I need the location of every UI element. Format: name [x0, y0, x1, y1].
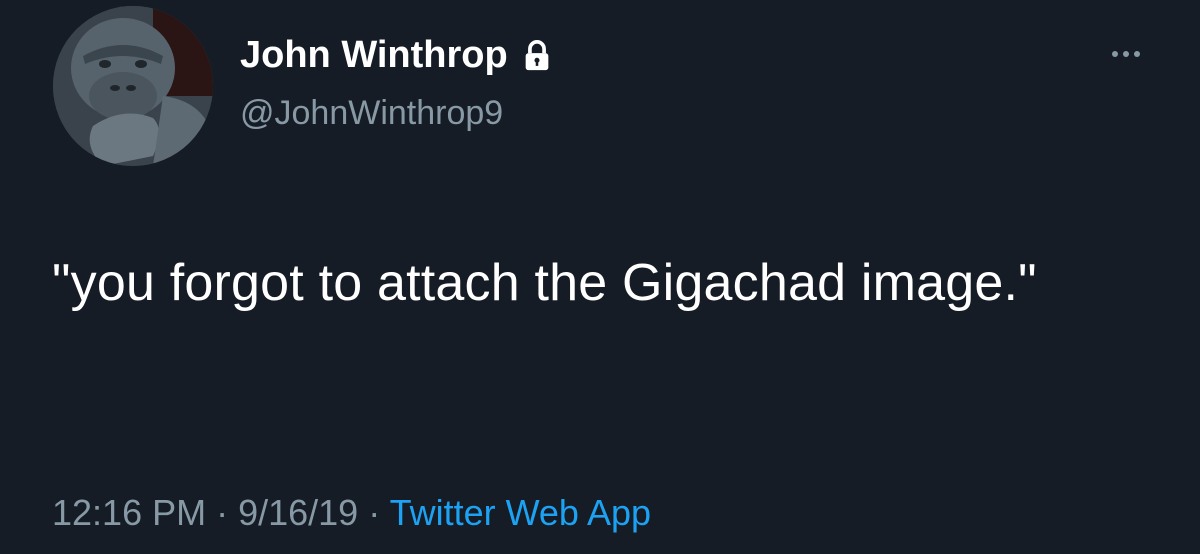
- dot: [1112, 51, 1118, 57]
- tweet-date[interactable]: 9/16/19: [238, 492, 358, 533]
- tweet-source-link[interactable]: Twitter Web App: [390, 492, 651, 533]
- tweet-meta: 12:16 PM · 9/16/19 · Twitter Web App: [52, 492, 651, 534]
- gorilla-avatar-icon: [53, 6, 213, 166]
- lock-icon: [525, 39, 549, 70]
- meta-separator: ·: [358, 492, 390, 533]
- tweet-time[interactable]: 12:16 PM: [52, 492, 206, 533]
- dot: [1134, 51, 1140, 57]
- author-display-name[interactable]: John Winthrop: [240, 34, 554, 77]
- author-handle[interactable]: @JohnWinthrop9: [240, 94, 503, 133]
- tweet-card: John Winthrop @JohnWinthrop9 "you forgot…: [0, 0, 1200, 554]
- more-horizontal-icon[interactable]: [1104, 46, 1148, 62]
- meta-separator: ·: [206, 492, 239, 533]
- dot: [1123, 51, 1129, 57]
- display-name-text: John Winthrop: [240, 34, 508, 76]
- avatar[interactable]: [53, 6, 213, 166]
- tweet-text: "you forgot to attach the Gigachad image…: [52, 254, 1037, 312]
